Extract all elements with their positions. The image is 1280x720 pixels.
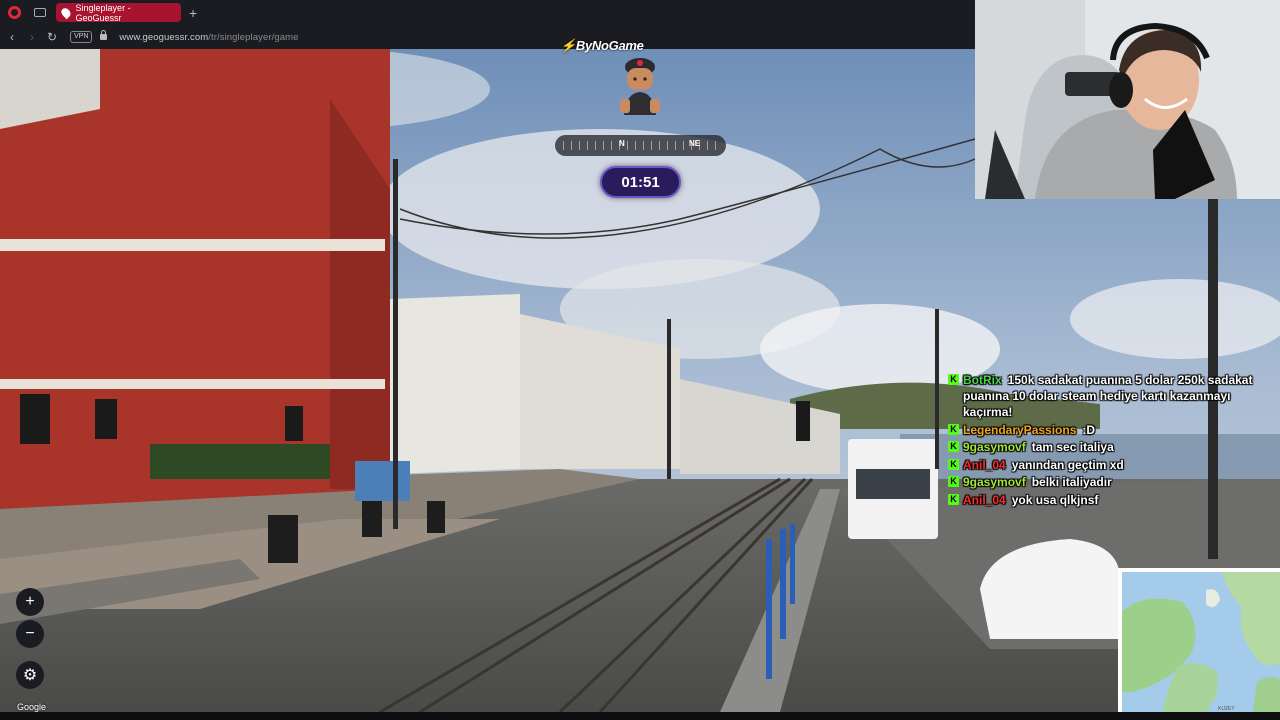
kick-badge-icon: K	[948, 493, 959, 505]
chat-text: yanından geçtim xd	[1011, 457, 1124, 472]
url-host: www.geoguessr.com	[119, 31, 209, 43]
forward-arrow-icon[interactable]: ›	[22, 30, 42, 44]
settings-gear-icon[interactable]: ⚙	[16, 661, 44, 689]
chat-message: K 9gasymovf tam sec italiya	[948, 439, 1278, 455]
screen: Singleplayer - GeoGuessr + ‹ › ↻ VPN www…	[0, 0, 1280, 720]
kick-badge-icon: K	[948, 458, 959, 470]
chat-username: Anil_04	[963, 457, 1006, 472]
bottom-edge	[0, 712, 1280, 720]
bynogame-logo: ⚡ByNoGame	[560, 38, 644, 54]
kick-badge-icon: K	[948, 441, 959, 452]
kick-badge-icon: K	[948, 374, 959, 385]
guess-map[interactable]	[1118, 568, 1280, 712]
back-arrow-icon[interactable]: ‹	[2, 30, 22, 44]
chat-username: 9gasymovf	[963, 475, 1026, 489]
zoom-out-button[interactable]: −	[16, 620, 44, 648]
chat-text: 150k sadakat puanına 5 dolar 250k sadaka…	[963, 373, 1253, 419]
streamer-camera-image	[975, 0, 1280, 199]
brand-name: ByNoGame	[575, 38, 644, 53]
chat-message: K BotRix 150k sadakat puanına 5 dolar 250k…	[948, 372, 1278, 420]
webcam-overlay	[975, 0, 1280, 199]
chat-text: yok usa qlkjnsf	[1011, 492, 1099, 507]
chat-message: K LegendaryPassions :D	[948, 422, 1278, 438]
chat-text: :D	[1082, 422, 1096, 437]
tab-title: Singleplayer - GeoGuessr	[75, 2, 131, 23]
stream-chat: K BotRix 150k sadakat puanına 5 dolar 250k…	[948, 372, 1278, 509]
geoguessr-favicon-icon	[59, 6, 72, 19]
chat-message: K Anil_04 yok usa qlkjnsf	[948, 492, 1278, 508]
reload-icon[interactable]: ↻	[42, 30, 62, 44]
google-attribution: Google	[17, 702, 47, 712]
chat-username: 9gasymovf	[963, 440, 1026, 454]
compass-north-label: N	[619, 139, 625, 148]
chat-username: Anil_04	[963, 492, 1006, 507]
player-avatar	[620, 58, 660, 115]
round-timer: 01:51	[600, 166, 681, 198]
kick-badge-icon: K	[948, 423, 959, 435]
compass-bar: N NE	[555, 135, 726, 156]
chat-username: BotRix	[963, 373, 1002, 387]
url-path: /tr/singleplayer/game	[208, 31, 299, 43]
kick-badge-icon: K	[948, 476, 959, 487]
chat-message: K 9gasymovf belki italiyadır	[948, 474, 1278, 490]
lock-icon[interactable]	[100, 30, 108, 40]
url-field[interactable]: www.geoguessr.com/tr/singleplayer/game	[119, 32, 298, 43]
browser-tab-bar: Singleplayer - GeoGuessr +	[0, 0, 975, 25]
chat-text: tam sec italiya	[1031, 440, 1114, 454]
compass-northeast-label: NE	[689, 139, 701, 148]
address-bar: ‹ › ↻ VPN www.geoguessr.com/tr/singlepla…	[0, 25, 975, 49]
browser-tab-active[interactable]: Singleplayer - GeoGuessr	[56, 2, 181, 23]
new-tab-button[interactable]: +	[189, 6, 197, 20]
chat-text: belki italiyadır	[1031, 475, 1112, 489]
guess-map-image	[1122, 572, 1280, 712]
zoom-in-button[interactable]: +	[16, 588, 44, 616]
tab-switcher-icon[interactable]	[34, 8, 46, 17]
chat-username: LegendaryPassions	[963, 422, 1077, 437]
chat-message: K Anil_04 yanından geçtim xd	[948, 457, 1278, 473]
opera-logo-icon[interactable]	[8, 6, 21, 19]
vpn-badge[interactable]: VPN	[70, 31, 93, 43]
bynogame-mark-icon: ⚡	[560, 38, 576, 53]
